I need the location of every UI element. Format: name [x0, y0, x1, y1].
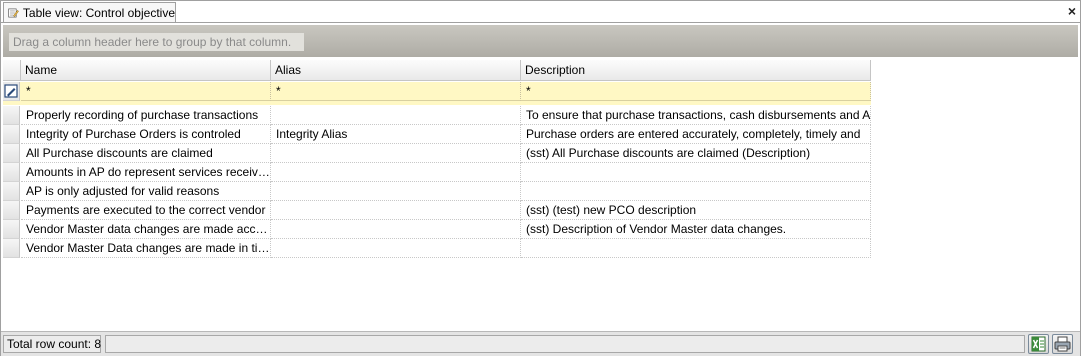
status-panel [105, 335, 1025, 353]
table-row[interactable]: AP is only adjusted for valid reasons [3, 182, 871, 201]
column-header-alias[interactable]: Alias [271, 60, 521, 81]
cell-alias[interactable] [271, 106, 521, 125]
row-count-label: Total row count: 8 [3, 335, 101, 353]
cell-name[interactable]: Properly recording of purchase transacti… [21, 106, 271, 125]
table-row[interactable]: Payments are executed to the correct ven… [3, 201, 871, 220]
table-row[interactable]: Properly recording of purchase transacti… [3, 106, 871, 125]
cell-name[interactable]: Payments are executed to the correct ven… [21, 201, 271, 220]
print-icon [1054, 336, 1071, 352]
row-selector[interactable] [3, 106, 20, 125]
row-selector[interactable] [3, 125, 20, 144]
row-selector[interactable] [3, 182, 20, 201]
cell-description[interactable]: (sst) (test) new PCO description [521, 201, 871, 220]
table-row[interactable]: Amounts in AP do represent services rece… [3, 163, 871, 182]
filter-cell-description[interactable]: * [521, 82, 871, 101]
filter-row: * * * [3, 82, 871, 101]
table-row[interactable]: All Purchase discounts are claimed (sst)… [3, 144, 871, 163]
cell-description[interactable]: Purchase orders are entered accurately, … [521, 125, 871, 144]
table-view-window: Table view: Control objective × Drag a c… [0, 0, 1081, 356]
group-by-hint: Drag a column header here to group by th… [9, 33, 304, 51]
cell-alias[interactable] [271, 163, 521, 182]
row-selector[interactable] [3, 144, 20, 163]
table-row[interactable]: Integrity of Purchase Orders is controle… [3, 125, 871, 144]
table-row[interactable]: Vendor Master data changes are made accu… [3, 220, 871, 239]
tab-divider [1, 22, 1080, 23]
filter-cell-alias[interactable]: * [271, 82, 521, 101]
cell-alias[interactable] [271, 144, 521, 163]
row-selector[interactable] [3, 201, 20, 220]
cell-description[interactable] [521, 163, 871, 182]
filter-row-selector[interactable] [3, 82, 20, 101]
row-selector[interactable] [3, 163, 20, 182]
filter-cell-name[interactable]: * [21, 82, 271, 101]
row-selector[interactable] [3, 220, 20, 239]
cell-name[interactable]: Amounts in AP do represent services rece… [21, 163, 271, 182]
cell-alias[interactable] [271, 201, 521, 220]
cell-description[interactable]: To ensure that purchase transactions, ca… [521, 106, 871, 125]
tab-bar: Table view: Control objective × [1, 1, 1080, 23]
cell-alias[interactable] [271, 182, 521, 201]
cell-description[interactable]: (sst) All Purchase discounts are claimed… [521, 144, 871, 163]
row-selector[interactable] [3, 239, 20, 258]
cell-alias[interactable] [271, 239, 521, 258]
group-by-panel[interactable]: Drag a column header here to group by th… [3, 25, 1078, 57]
cell-name[interactable]: Vendor Master Data changes are made in t… [21, 239, 271, 258]
cell-description[interactable]: (sst) Description of Vendor Master data … [521, 220, 871, 239]
cell-name[interactable]: All Purchase discounts are claimed [21, 144, 271, 163]
cell-name[interactable]: Vendor Master data changes are made accu… [21, 220, 271, 239]
excel-export-icon [1031, 336, 1046, 352]
close-icon[interactable]: × [1068, 3, 1076, 19]
table-row[interactable]: Vendor Master Data changes are made in t… [3, 239, 871, 258]
column-header-description[interactable]: Description [521, 60, 871, 81]
filter-row-spacer [3, 101, 871, 105]
status-bar: Total row count: 8 [1, 331, 1080, 356]
cell-alias[interactable]: Integrity Alias [271, 125, 521, 144]
print-button[interactable] [1052, 334, 1073, 354]
edit-table-icon [8, 8, 19, 17]
cell-description[interactable] [521, 182, 871, 201]
cell-description[interactable] [521, 239, 871, 258]
filter-edit-icon [4, 84, 18, 98]
cell-alias[interactable] [271, 220, 521, 239]
cell-name[interactable]: Integrity of Purchase Orders is controle… [21, 125, 271, 144]
tab-table-view[interactable]: Table view: Control objective [3, 2, 176, 22]
cell-name[interactable]: AP is only adjusted for valid reasons [21, 182, 271, 201]
column-header-name[interactable]: Name [21, 60, 271, 81]
tab-title: Table view: Control objective [22, 5, 175, 20]
excel-export-button[interactable] [1028, 334, 1049, 354]
header-corner [3, 60, 21, 81]
